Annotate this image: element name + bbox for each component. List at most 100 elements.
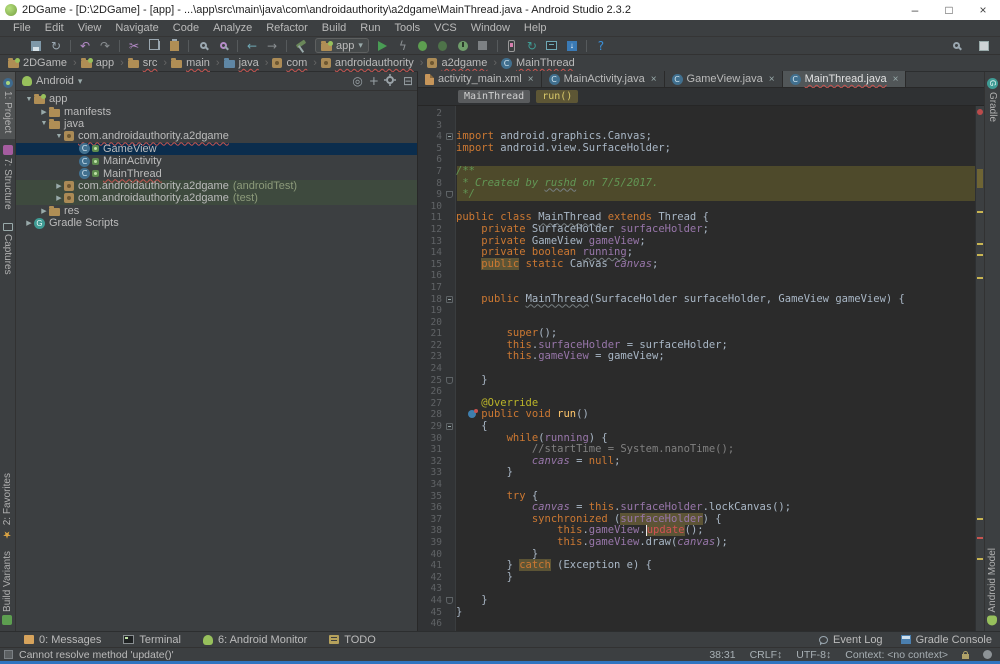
collapse-all-button[interactable]: + bbox=[369, 75, 379, 87]
code-editor[interactable]: 234import android.graphics.Canvas;5impor… bbox=[418, 106, 975, 631]
tree-row[interactable]: MainActivity bbox=[16, 155, 417, 167]
editor-tab-mainactivity-java[interactable]: MainActivity.java× bbox=[542, 71, 665, 87]
tool-window-button-6-android-monitor[interactable]: 6: Android Monitor bbox=[203, 634, 307, 646]
menu-build[interactable]: Build bbox=[315, 20, 353, 36]
close-tab-icon[interactable]: × bbox=[651, 74, 657, 85]
editor-tab-mainthread-java[interactable]: MainThread.java× bbox=[783, 71, 907, 87]
back-button[interactable]: ← bbox=[242, 38, 262, 54]
tree-row[interactable]: MainThread bbox=[16, 167, 417, 179]
minimize-button[interactable]: – bbox=[898, 0, 932, 20]
menu-view[interactable]: View bbox=[71, 20, 109, 36]
editor-error-stripe[interactable] bbox=[975, 106, 984, 631]
menu-window[interactable]: Window bbox=[464, 20, 517, 36]
breadcrumb-item[interactable]: a2dgame bbox=[427, 57, 487, 69]
menu-code[interactable]: Code bbox=[166, 20, 206, 36]
scroll-from-source-button[interactable]: ◎ bbox=[352, 75, 362, 87]
breadcrumb-item[interactable]: main bbox=[171, 57, 210, 69]
context-indicator[interactable]: Context: <no context> bbox=[845, 649, 948, 661]
editor-tab-gameview-java[interactable]: GameView.java× bbox=[665, 71, 783, 87]
paste-button[interactable] bbox=[164, 38, 184, 54]
build-button[interactable] bbox=[291, 38, 311, 54]
breadcrumb-item[interactable]: app bbox=[81, 57, 114, 69]
sync-button[interactable]: ↻ bbox=[46, 38, 66, 54]
fold-end-icon[interactable] bbox=[446, 377, 453, 384]
tool-stripe-1-project[interactable]: 1: Project bbox=[0, 72, 15, 139]
tree-row[interactable]: ▼app bbox=[16, 93, 417, 105]
tree-row[interactable]: ▶com.androidauthority.a2dgame(test) bbox=[16, 192, 417, 204]
tool-stripe-build-variants[interactable]: Build Variants bbox=[0, 545, 15, 631]
tool-window-button-0-messages[interactable]: 0: Messages bbox=[24, 634, 101, 646]
breadcrumb-item[interactable]: src bbox=[128, 57, 158, 69]
undo-button[interactable]: ↶ bbox=[75, 38, 95, 54]
encoding-indicator[interactable]: UTF-8↕ bbox=[796, 649, 831, 661]
tool-window-button-todo[interactable]: TODO bbox=[329, 634, 376, 646]
tree-row[interactable]: ▶com.androidauthority.a2dgame(androidTes… bbox=[16, 180, 417, 192]
menu-edit[interactable]: Edit bbox=[38, 20, 71, 36]
debug-button[interactable] bbox=[413, 38, 433, 54]
toggle-tool-stripes-icon[interactable] bbox=[4, 650, 13, 659]
tool-stripe-captures[interactable]: Captures bbox=[0, 216, 15, 281]
run-play-button[interactable] bbox=[373, 38, 393, 54]
chevron-collapsed-icon[interactable]: ▶ bbox=[39, 108, 49, 116]
tree-row[interactable]: GameView bbox=[16, 143, 417, 155]
breadcrumb-item[interactable]: 2DGame bbox=[8, 57, 67, 69]
breadcrumb-item[interactable]: MainThread bbox=[501, 57, 575, 69]
code-breadcrumb-chip[interactable]: MainThread bbox=[458, 90, 530, 103]
tree-row[interactable]: ▼java bbox=[16, 118, 417, 130]
device-monitor-button[interactable] bbox=[542, 38, 562, 54]
close-tab-icon[interactable]: × bbox=[528, 74, 534, 85]
help-button[interactable]: ? bbox=[591, 38, 611, 54]
chevron-expanded-icon[interactable]: ▼ bbox=[54, 133, 64, 140]
cut-button[interactable]: ✂ bbox=[124, 38, 144, 54]
chevron-collapsed-icon[interactable]: ▶ bbox=[54, 194, 64, 202]
chevron-collapsed-icon[interactable]: ▶ bbox=[54, 182, 64, 190]
menu-run[interactable]: Run bbox=[353, 20, 387, 36]
caret-position[interactable]: 38:31 bbox=[709, 649, 735, 661]
tool-stripe-2-favorites[interactable]: 2: Favorites bbox=[0, 467, 15, 545]
tool-stripe-7-structure[interactable]: 7: Structure bbox=[0, 139, 15, 216]
fold-end-icon[interactable] bbox=[446, 191, 453, 198]
inspections-profile-icon[interactable] bbox=[983, 650, 992, 659]
tool-window-button-gradle-console[interactable]: Gradle Console bbox=[901, 634, 992, 646]
tree-row[interactable]: ▼com.androidauthority.a2dgame bbox=[16, 130, 417, 142]
menu-refactor[interactable]: Refactor bbox=[259, 20, 315, 36]
menu-vcs[interactable]: VCS bbox=[427, 20, 464, 36]
close-button[interactable]: × bbox=[966, 0, 1000, 20]
menu-tools[interactable]: Tools bbox=[387, 20, 427, 36]
gradle-sync-button[interactable]: ↻ bbox=[522, 38, 542, 54]
toolbar-toggle-button[interactable] bbox=[974, 38, 994, 54]
stop-square-button[interactable] bbox=[473, 38, 493, 54]
maximize-button[interactable]: □ bbox=[932, 0, 966, 20]
tool-stripe-gradle[interactable]: Gradle bbox=[985, 72, 1000, 128]
tree-row[interactable]: ▶res bbox=[16, 205, 417, 217]
tree-row[interactable]: ▶Gradle Scripts bbox=[16, 217, 417, 229]
tool-stripe-android-model[interactable]: Android Model bbox=[985, 542, 1000, 631]
chevron-collapsed-icon[interactable]: ▶ bbox=[24, 219, 34, 227]
breadcrumb-item[interactable]: androidauthority bbox=[321, 57, 414, 69]
lock-icon[interactable] bbox=[962, 654, 969, 659]
close-tab-icon[interactable]: × bbox=[893, 74, 899, 85]
menu-help[interactable]: Help bbox=[517, 20, 554, 36]
close-tab-icon[interactable]: × bbox=[769, 74, 775, 85]
fold-open-icon[interactable] bbox=[446, 133, 453, 140]
open-button[interactable] bbox=[6, 38, 26, 54]
code-breadcrumb-chip[interactable]: run() bbox=[536, 90, 578, 103]
breadcrumb-item[interactable]: com bbox=[272, 57, 307, 69]
settings-gear-button[interactable] bbox=[385, 75, 397, 87]
menu-analyze[interactable]: Analyze bbox=[206, 20, 259, 36]
attach-debugger-button[interactable] bbox=[433, 38, 453, 54]
tool-window-button-event-log[interactable]: Event Log bbox=[819, 634, 883, 646]
chevron-expanded-icon[interactable]: ▼ bbox=[39, 120, 49, 127]
fold-open-icon[interactable] bbox=[446, 296, 453, 303]
project-view-selector[interactable]: Android ▾ bbox=[22, 75, 82, 87]
menu-navigate[interactable]: Navigate bbox=[108, 20, 165, 36]
sdk-manager-button[interactable] bbox=[562, 38, 582, 54]
find-button[interactable] bbox=[193, 38, 213, 54]
chevron-expanded-icon[interactable]: ▼ bbox=[24, 96, 34, 103]
breadcrumb-item[interactable]: java bbox=[224, 57, 259, 69]
save-button[interactable] bbox=[26, 38, 46, 54]
run-configuration-selector[interactable]: app▾ bbox=[315, 38, 369, 53]
find-in-path-button[interactable] bbox=[213, 38, 233, 54]
hide-panel-button[interactable]: ⊟ bbox=[403, 75, 413, 87]
instant-run-button[interactable]: ϟ bbox=[393, 38, 413, 54]
